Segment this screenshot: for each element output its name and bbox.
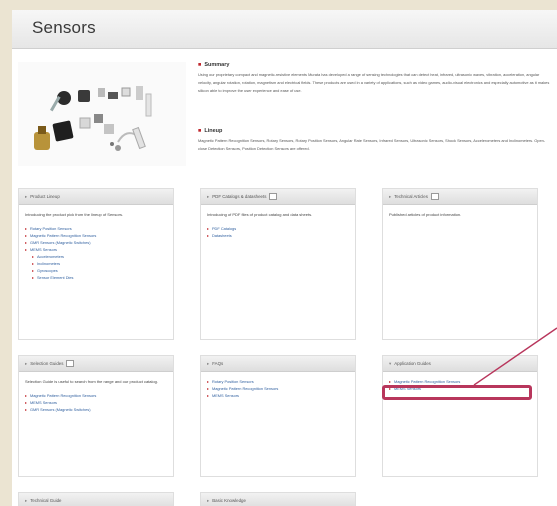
- sensors-page: Sensors ■ Summary Using our proprietary …: [12, 10, 557, 506]
- callout-line: [473, 327, 557, 386]
